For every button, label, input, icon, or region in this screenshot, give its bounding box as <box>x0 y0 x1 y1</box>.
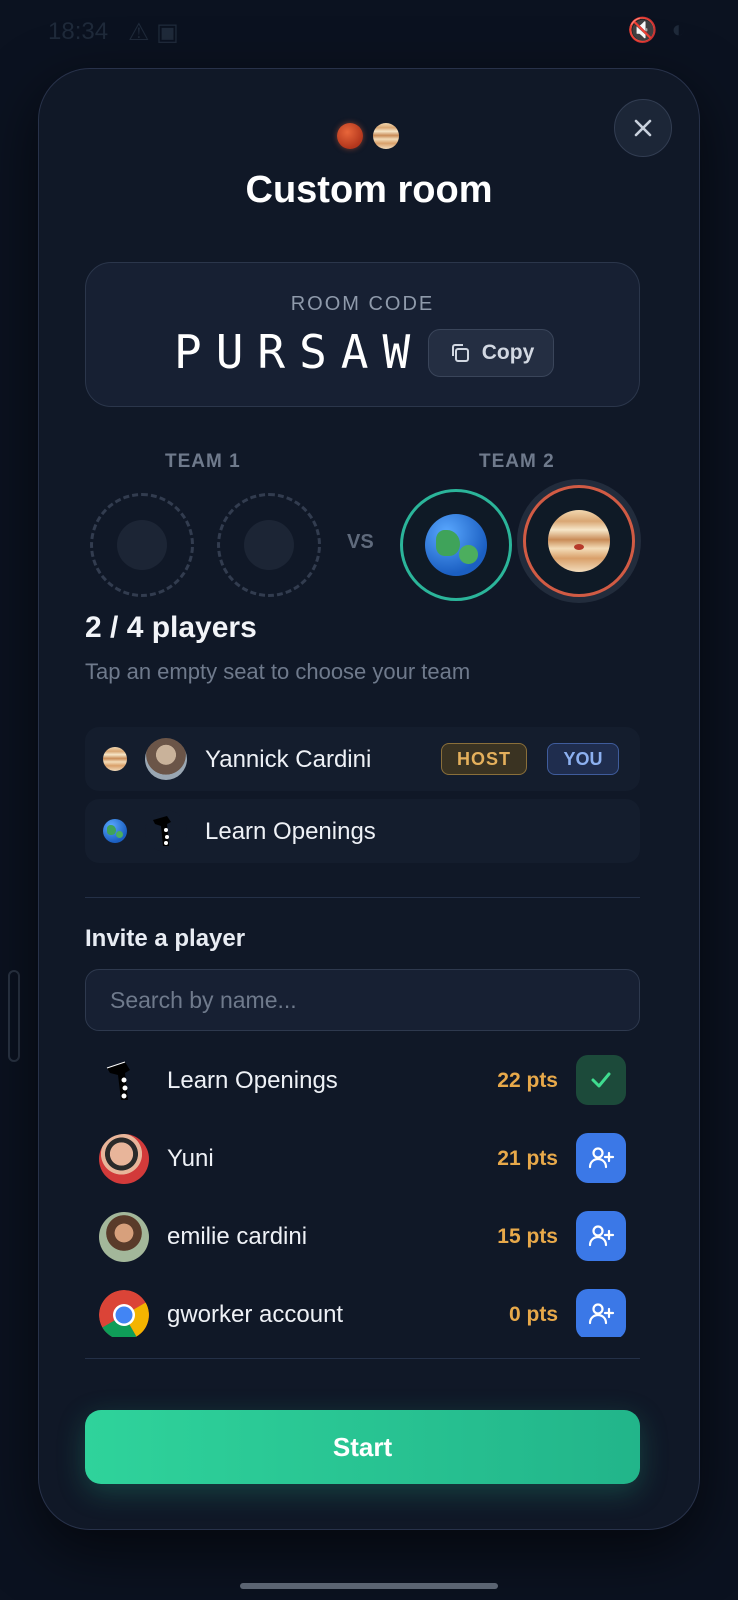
close-button[interactable] <box>614 99 672 157</box>
invite-name: Yuni <box>167 1145 214 1172</box>
vs-label: VS <box>347 531 374 553</box>
invite-name: Learn Openings <box>167 1067 338 1094</box>
invite-title: Invite a player <box>85 925 246 952</box>
team1-seat-2[interactable] <box>217 493 321 597</box>
invite-name: emilie cardini <box>167 1223 308 1250</box>
add-user-icon <box>588 1225 615 1247</box>
points-label: 15 pts <box>497 1225 558 1248</box>
player-name: Yannick Cardini <box>205 746 372 773</box>
players-count: 2 / 4 players <box>85 611 257 644</box>
player-row: Yannick Cardini HOST YOU <box>85 727 640 791</box>
edge-handle[interactable] <box>8 970 20 1062</box>
earth-icon <box>425 514 487 576</box>
player-row: Learn Openings <box>85 799 640 863</box>
close-icon <box>634 119 652 137</box>
jupiter-icon <box>373 123 399 149</box>
team2-seat-1[interactable] <box>400 489 512 601</box>
copy-icon <box>451 344 469 362</box>
invite-button[interactable] <box>576 1133 626 1183</box>
avatar <box>99 1212 149 1262</box>
jupiter-icon <box>103 747 127 771</box>
divider <box>85 897 640 898</box>
avatar <box>99 1134 149 1184</box>
added-button[interactable] <box>576 1055 626 1105</box>
page-title: Custom room <box>245 169 493 211</box>
jupiter-icon <box>548 510 610 572</box>
team1-label: TEAM 1 <box>165 451 241 472</box>
list-item: gworker account 0 pts <box>85 1287 640 1337</box>
start-button[interactable]: Start <box>85 1410 640 1484</box>
avatar <box>145 738 187 780</box>
earth-icon <box>103 819 127 843</box>
points-label: 22 pts <box>497 1069 558 1092</box>
room-code-card: ROOM CODE PURSAW Copy <box>85 262 640 407</box>
status-time: 18:34 <box>48 18 109 45</box>
invite-list[interactable]: Learn Openings 22 pts Yuni 21 pts emilie… <box>85 1047 640 1337</box>
warning-icon: ⚠ ▣ <box>128 19 179 46</box>
home-indicator[interactable] <box>240 1583 498 1589</box>
mars-icon <box>337 123 363 149</box>
team1-seat-1[interactable] <box>90 493 194 597</box>
giraffe-avatar <box>99 1056 149 1106</box>
team2-seat-2[interactable] <box>523 485 635 597</box>
search-input[interactable] <box>85 969 640 1031</box>
chrome-avatar <box>99 1290 149 1337</box>
room-code-value: PURSAW <box>174 325 425 379</box>
copy-button[interactable]: Copy <box>428 329 554 377</box>
check-icon <box>591 1072 611 1088</box>
mute-icon: 🔇 <box>627 17 658 44</box>
team2-label: TEAM 2 <box>479 451 555 472</box>
players-hint: Tap an empty seat to choose your team <box>85 659 471 684</box>
list-item: Learn Openings 22 pts <box>85 1053 640 1109</box>
points-label: 21 pts <box>497 1147 558 1170</box>
status-icons: 🔇 ◐ <box>628 16 686 45</box>
status-bar: 18:34 ⚠ ▣ 🔇 ◐ <box>0 0 738 64</box>
invite-name: gworker account <box>167 1301 344 1328</box>
custom-room-modal: Custom room ROOM CODE PURSAW Copy TEAM 1… <box>38 68 700 1530</box>
list-item: Yuni 21 pts <box>85 1131 640 1187</box>
add-user-icon <box>588 1303 615 1325</box>
player-name: Learn Openings <box>205 818 376 845</box>
giraffe-avatar <box>145 810 187 852</box>
list-item: emilie cardini 15 pts <box>85 1209 640 1265</box>
invite-button[interactable] <box>576 1289 626 1337</box>
add-user-icon <box>588 1147 615 1169</box>
battery-icon: ◐ <box>671 16 687 43</box>
hero-planets <box>337 123 399 149</box>
points-label: 0 pts <box>508 1303 558 1326</box>
divider <box>85 1358 640 1359</box>
invite-button[interactable] <box>576 1211 626 1261</box>
room-code-label: ROOM CODE <box>290 293 435 315</box>
copy-label: Copy <box>481 341 535 364</box>
host-badge: HOST <box>441 743 527 775</box>
you-badge: YOU <box>547 743 619 775</box>
